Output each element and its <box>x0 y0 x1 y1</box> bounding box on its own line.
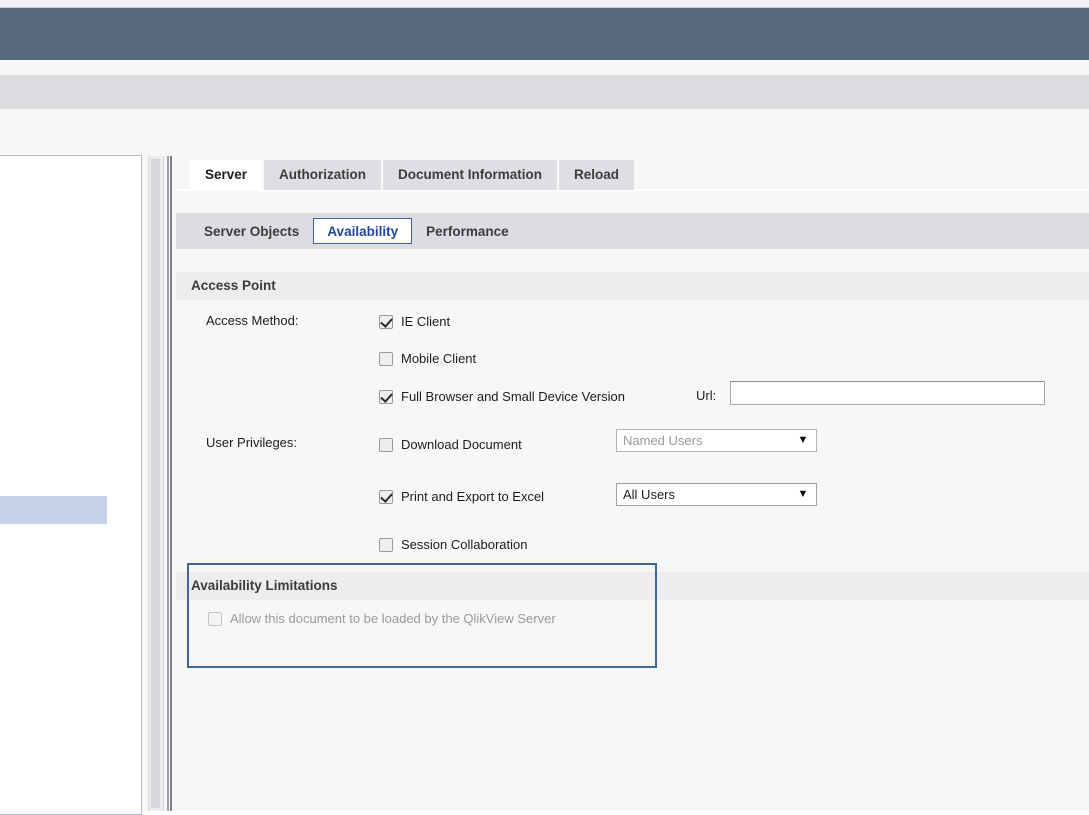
label-url: Url: <box>696 388 717 403</box>
checkbox-row-session-collaboration[interactable]: Session Collaboration <box>379 537 527 552</box>
checkbox-row-print-export[interactable]: Print and Export to Excel <box>379 489 544 504</box>
chevron-down-icon: ▼ <box>797 488 809 500</box>
document-list-panel[interactable] <box>0 155 142 815</box>
checkbox-label-session-collaboration: Session Collaboration <box>401 537 528 552</box>
chevron-down-icon: ▼ <box>797 434 809 446</box>
checkbox-label-allow-document-load: Allow this document to be loaded by the … <box>230 611 556 626</box>
checkbox-row-allow-document-load[interactable]: Allow this document to be loaded by the … <box>208 611 556 626</box>
tab-server[interactable]: Server <box>190 160 263 190</box>
url-input[interactable] <box>730 381 1045 405</box>
panel-divider-inner[interactable] <box>170 156 172 811</box>
app-toolbar-band <box>0 75 1089 109</box>
app-subheader-gap <box>0 60 1089 75</box>
checkbox-mobile-client[interactable] <box>379 351 393 366</box>
checkbox-ie-client[interactable] <box>379 314 393 329</box>
checkbox-row-ie-client[interactable]: IE Client <box>379 314 450 329</box>
window-frame-top-edge <box>0 0 1089 8</box>
checkbox-full-browser[interactable] <box>379 389 393 404</box>
checkbox-download-document[interactable] <box>379 437 393 452</box>
document-list-scrollbar-thumb[interactable] <box>150 158 161 809</box>
document-list-selected-row[interactable] <box>0 496 107 524</box>
checkbox-row-download-document[interactable]: Download Document <box>379 437 522 452</box>
checkbox-print-export[interactable] <box>379 489 393 504</box>
panel-divider-outer <box>167 156 169 811</box>
subtab-server-objects[interactable]: Server Objects <box>190 218 313 244</box>
label-user-privileges: User Privileges: <box>206 435 298 450</box>
checkbox-row-mobile-client[interactable]: Mobile Client <box>379 351 476 366</box>
checkbox-row-full-browser[interactable]: Full Browser and Small Device Version <box>379 389 625 404</box>
subtab-performance[interactable]: Performance <box>412 218 523 244</box>
checkbox-label-full-browser: Full Browser and Small Device Version <box>401 389 625 404</box>
select-download-document-value: Named Users <box>623 433 703 448</box>
checkbox-label-download-document: Download Document <box>401 437 522 452</box>
label-access-method: Access Method: <box>206 313 299 328</box>
select-print-export-audience[interactable]: All Users ▼ <box>616 483 817 506</box>
select-download-document-audience[interactable]: Named Users ▼ <box>616 429 817 452</box>
checkbox-label-mobile-client: Mobile Client <box>401 351 477 366</box>
main-tab-bar: Server Authorization Document Informatio… <box>190 158 636 190</box>
checkbox-allow-document-load[interactable] <box>208 611 222 626</box>
app-header-bar <box>0 8 1089 60</box>
checkbox-session-collaboration[interactable] <box>379 537 393 552</box>
checkbox-label-ie-client: IE Client <box>401 314 451 329</box>
sub-tab-bar: Server Objects Availability Performance <box>190 213 523 249</box>
tab-reload[interactable]: Reload <box>559 160 635 190</box>
tab-document-information[interactable]: Document Information <box>383 160 558 190</box>
section-header-availability-limitations: Availability Limitations <box>176 572 1089 600</box>
document-properties-panel: Server Authorization Document Informatio… <box>176 109 1089 811</box>
subtab-availability[interactable]: Availability <box>313 218 413 244</box>
section-header-access-point: Access Point <box>176 272 1089 300</box>
tab-authorization[interactable]: Authorization <box>264 160 382 190</box>
checkbox-label-print-export: Print and Export to Excel <box>401 489 545 504</box>
select-print-export-value: All Users <box>623 487 676 502</box>
